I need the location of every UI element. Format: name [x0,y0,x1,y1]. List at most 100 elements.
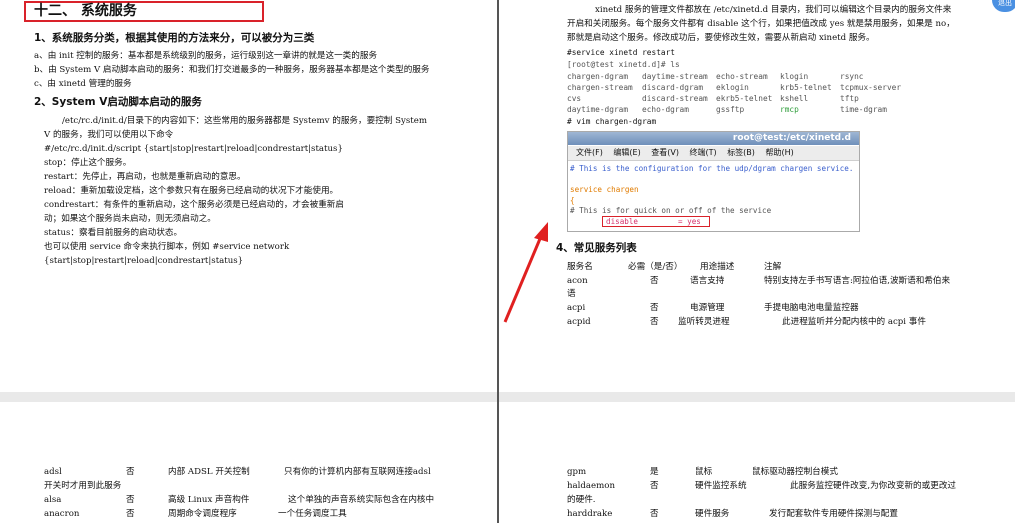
row-harddrake-note: 发行配套软件专用硬件探测与配置 [769,509,898,519]
row-haldaemon-name: haldaemon [567,481,615,491]
row-harddrake-required: 否 [650,509,659,519]
xinetd-paragraph-1: xinetd 服务的管理文件都放在 /etc/xinetd.d 目录内，我们可以… [595,5,952,15]
row-haldaemon-note-wrap: 的硬件. [567,495,596,505]
row-acon-name: acon [567,276,588,286]
row-alsa-note: 这个单独的声音系统实际包含在内核中 [288,495,435,505]
row-anacron-required: 否 [126,509,135,519]
command-ls: [root@test xinetd.d]# ls [567,60,680,69]
th-note: 注解 [764,262,782,272]
section-2-line-10: 也可以使用 service 命令来执行脚本，例如 #service networ… [44,242,290,252]
th-desc: 用途描述 [700,262,735,272]
row-anacron-name: anacron [44,509,80,519]
ls-entry: klogin [780,72,809,81]
row-gpm-name: gpm [567,467,587,477]
row-alsa-name: alsa [44,495,62,505]
row-acpi-desc: 电源管理 [690,303,725,313]
section-1-item-c: c、由 xinetd 管理的服务 [34,79,132,89]
row-acon-required: 否 [650,276,659,286]
menu-edit[interactable]: 编辑(E) [613,148,640,157]
row-haldaemon-note: 此服务监控硬件改变,为你改变新的或更改过 [790,481,957,491]
row-adsl-name: adsl [44,467,62,477]
terminal-line-2: service chargen [570,185,639,194]
row-adsl-desc: 内部 ADSL 开关控制 [168,467,250,477]
menu-view[interactable]: 查看(V) [651,148,679,157]
row-gpm-desc: 鼠标 [695,467,713,477]
row-acpid-note: 此进程监听并分配内核中的 acpi 事件 [782,317,926,327]
ls-entry: discard-stream [642,94,708,103]
menu-help[interactable]: 帮助(H) [765,148,793,157]
row-anacron-desc: 周期命令调度程序 [168,509,237,519]
terminal-menubar: 文件(F) 编辑(E) 查看(V) 终端(T) 标签(B) 帮助(H) [568,146,859,161]
th-name: 服务名 [567,262,593,272]
terminal-line-3: { [570,196,575,205]
section-2-line-11: {start|stop|restart|reload|condrestart|s… [44,256,244,266]
terminal-line-4: # This is for quick on or off of the ser… [570,206,772,215]
menu-tabs[interactable]: 标签(B) [727,148,755,157]
terminal-line-1: # This is the configuration for the udp/… [570,164,854,173]
ls-entry: krb5-telnet [780,83,832,92]
ls-entry: echo-dgram [642,105,689,114]
section-4-title: 4、常见服务列表 [556,242,637,254]
ls-entry: daytime-dgram [567,105,629,114]
section-2-line-7: condrestart：有条件的重新启动，这个服务必须是已经启动的，才会被重新启 [44,200,344,210]
section-2-title: 2、System V启动脚本启动的服务 [34,96,202,108]
ls-entry: rmcp [780,105,799,114]
ls-entry: daytime-stream [642,72,708,81]
section-2-line-9: status：察看目前服务的启动状态。 [44,228,183,238]
menu-terminal[interactable]: 终端(T) [690,148,717,157]
row-haldaemon-required: 否 [650,481,659,491]
row-acon-note-wrap: 语 [567,289,576,299]
section-2-line-5: restart：先停止，再启动，也就是重新启动的意思。 [44,172,246,182]
ls-entry: gssftp [716,105,745,114]
row-adsl-note-wrap: 开关时才用到此服务 [44,481,122,491]
page-heading: 十二、 系统服务 [34,3,137,19]
ls-entry: discard-dgram [642,83,704,92]
command-vim: # vim chargen-dgram [567,117,657,126]
ls-entry: chargen-stream [567,83,633,92]
row-acon-desc: 语言支持 [690,276,725,286]
disable-highlight-box [602,216,710,227]
row-haldaemon-desc: 硬件监控系统 [695,481,747,491]
row-gpm-required: 是 [650,467,659,477]
row-acon-note: 特别支持左手书写语言:阿拉伯语,波斯语和希伯来 [764,276,951,286]
row-acpid-name: acpid [567,317,591,327]
terminal-title: root@test:/etc/xinetd.d [568,132,859,145]
row-acpid-required: 否 [650,317,659,327]
section-2-line-3: #/etc/rc.d/init.d/script {start|stop|res… [44,144,343,154]
row-acpi-name: acpi [567,303,586,313]
row-acpi-required: 否 [650,303,659,313]
page-gap [0,392,1015,402]
section-2-line-1: /etc/rc.d/init.d/目录下的内容如下：这些常用的服务器都是 Sys… [62,116,427,126]
section-2-line-4: stop：停止这个服务。 [44,158,132,168]
ls-entry: time-dgram [840,105,887,114]
ls-entry: tcpmux-server [840,83,902,92]
section-1-title: 1、系统服务分类，根据其使用的方法来分，可以被分为三类 [34,32,315,44]
ls-entry: echo-stream [716,72,768,81]
ls-entry: ekrb5-telnet [716,94,773,103]
exit-badge[interactable]: 退出 [992,0,1015,12]
row-harddrake-desc: 硬件服务 [695,509,730,519]
row-alsa-required: 否 [126,495,135,505]
xinetd-paragraph-3: 那就是启动这个服务。修改成功后，要使修改生效，需要从新启动 xinetd 服务。 [567,33,875,43]
row-anacron-note: 一个任务调度工具 [278,509,347,519]
row-gpm-note: 鼠标驱动器控制台模式 [752,467,838,477]
row-harddrake-name: harddrake [567,509,613,519]
ls-entry: chargen-dgram [567,72,629,81]
menu-file[interactable]: 文件(F) [576,148,603,157]
section-2-line-6: reload：重新加载设定档，这个参数只有在服务已经启动的状况下才能使用。 [44,186,339,196]
section-1-item-a: a、由 init 控制的服务：基本都是系统级别的服务，运行级别这一章讲的就是这一… [34,51,378,61]
ls-entry: rsync [840,72,864,81]
row-adsl-required: 否 [126,467,135,477]
section-2-line-2: V 的服务，我们可以使用以下命令 [44,130,174,140]
ls-entry: kshell [780,94,809,103]
ls-entry: eklogin [716,83,749,92]
terminal-window: root@test:/etc/xinetd.d 文件(F) 编辑(E) 查看(V… [567,131,860,232]
section-1-item-b: b、由 System V 启动脚本启动的服务：和我们打交道最多的一种服务，服务器… [34,65,430,75]
row-alsa-desc: 高级 Linux 声音构件 [168,495,250,505]
ls-entry: cvs [567,94,582,103]
xinetd-paragraph-2: 开启和关闭服务。每个服务文件都有 disable 这个行，如果把值改成 yes … [567,19,955,29]
ls-entry: tftp [840,94,859,103]
row-acpi-note: 手提电脑电池电量监控器 [764,303,859,313]
th-required: 必需（是/否） [628,262,683,272]
row-adsl-note: 只有你的计算机内部有互联网连接adsl [284,467,431,477]
